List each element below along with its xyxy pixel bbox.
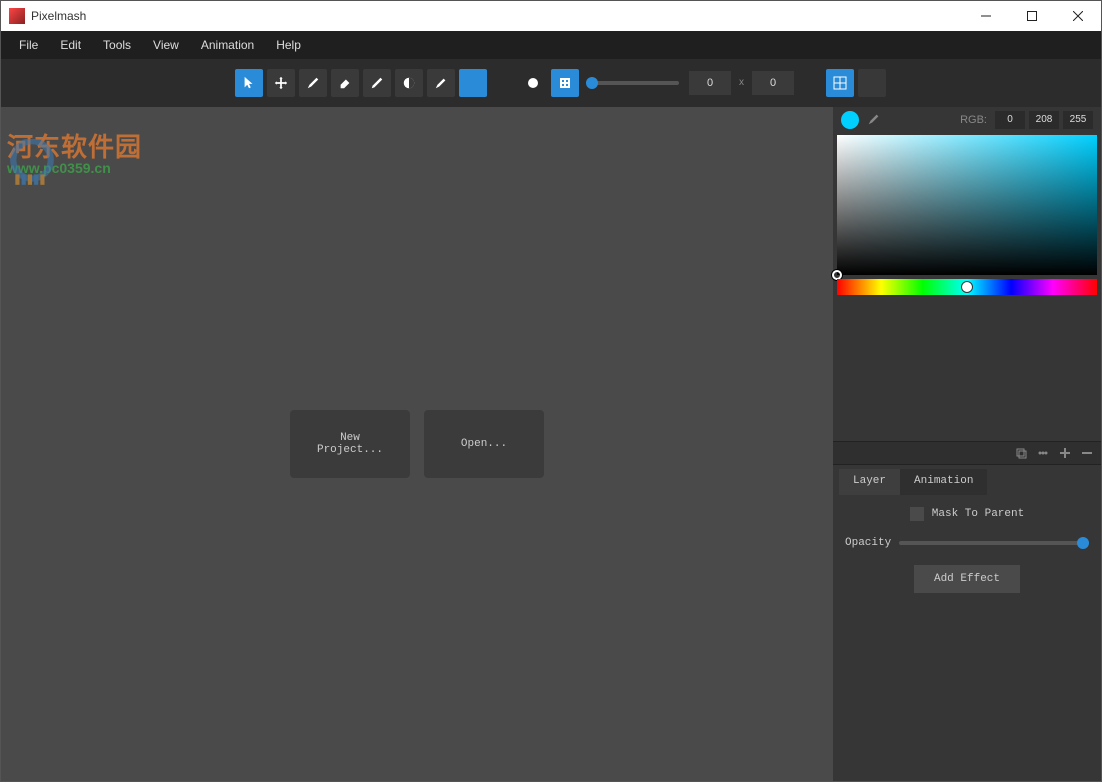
toolbar: 0 x 0	[1, 59, 1101, 107]
main-content: New Project... Open... 河东软件园 www.pc0359.…	[1, 107, 1101, 781]
brush-tool[interactable]	[299, 69, 327, 97]
hue-cursor[interactable]	[961, 281, 973, 293]
layer-tab-content: Mask To Parent Opacity Add Effect	[833, 495, 1101, 781]
rgb-g-field[interactable]: 208	[1029, 111, 1059, 129]
menubar: File Edit Tools View Animation Help	[1, 31, 1101, 59]
brush-size-slider[interactable]	[589, 81, 679, 85]
rgb-r-field[interactable]: 0	[995, 111, 1025, 129]
add-effect-button[interactable]: Add Effect	[914, 565, 1020, 593]
mask-checkbox[interactable]	[910, 507, 924, 521]
opacity-slider[interactable]	[899, 541, 1089, 545]
current-color-dot[interactable]	[841, 111, 859, 129]
menu-tools[interactable]: Tools	[93, 34, 141, 56]
maximize-button[interactable]	[1009, 1, 1055, 31]
layer-tabs: Layer Animation	[833, 465, 1101, 495]
titlebar: Pixelmash	[1, 1, 1101, 31]
menu-file[interactable]: File	[9, 34, 48, 56]
remove-layer-icon[interactable]	[1079, 445, 1095, 461]
menu-animation[interactable]: Animation	[191, 34, 264, 56]
pointer-tool[interactable]	[235, 69, 263, 97]
open-button[interactable]: Open...	[424, 410, 544, 478]
brush-shape-square[interactable]	[551, 69, 579, 97]
rgb-b-field[interactable]: 255	[1063, 111, 1093, 129]
close-button[interactable]	[1055, 1, 1101, 31]
menu-view[interactable]: View	[143, 34, 189, 56]
eyedropper-tool[interactable]	[427, 69, 455, 97]
menu-edit[interactable]: Edit	[50, 34, 91, 56]
minimize-button[interactable]	[963, 1, 1009, 31]
brush-shape-circle[interactable]	[519, 69, 547, 97]
pencil-tool[interactable]	[363, 69, 391, 97]
menu-help[interactable]: Help	[266, 34, 311, 56]
eyedropper-icon[interactable]	[867, 112, 881, 129]
copy-icon[interactable]	[1013, 445, 1029, 461]
watermark: 河东软件园 www.pc0359.cn	[7, 127, 142, 176]
grid-options[interactable]	[858, 69, 886, 97]
move-tool[interactable]	[267, 69, 295, 97]
swatch-area	[833, 301, 1101, 441]
canvas-width-field[interactable]: 0	[689, 71, 731, 95]
rgb-label: RGB:	[960, 114, 987, 126]
size-separator: x	[735, 71, 748, 95]
merge-icon[interactable]	[1035, 445, 1051, 461]
canvas-height-field[interactable]: 0	[752, 71, 794, 95]
hue-slider[interactable]	[837, 279, 1097, 295]
app-window: Pixelmash File Edit Tools View Animation…	[0, 0, 1102, 782]
add-layer-icon[interactable]	[1057, 445, 1073, 461]
layer-actions-bar	[833, 441, 1101, 465]
sv-picker[interactable]	[837, 135, 1097, 275]
opacity-label: Opacity	[845, 537, 891, 549]
side-panel: RGB: 0 208 255	[833, 107, 1101, 781]
tab-layer[interactable]: Layer	[839, 469, 900, 495]
canvas-area: New Project... Open... 河东软件园 www.pc0359.…	[1, 107, 833, 781]
window-title: Pixelmash	[31, 9, 86, 23]
color-header: RGB: 0 208 255	[833, 107, 1101, 133]
bucket-tool[interactable]	[395, 69, 423, 97]
mask-label: Mask To Parent	[932, 508, 1024, 520]
tab-animation[interactable]: Animation	[900, 469, 987, 495]
opacity-thumb[interactable]	[1077, 537, 1089, 549]
app-icon	[9, 8, 25, 24]
grid-toggle[interactable]	[826, 69, 854, 97]
new-project-button[interactable]: New Project...	[290, 410, 410, 478]
eraser-tool[interactable]	[331, 69, 359, 97]
color-swatch[interactable]	[459, 69, 487, 97]
